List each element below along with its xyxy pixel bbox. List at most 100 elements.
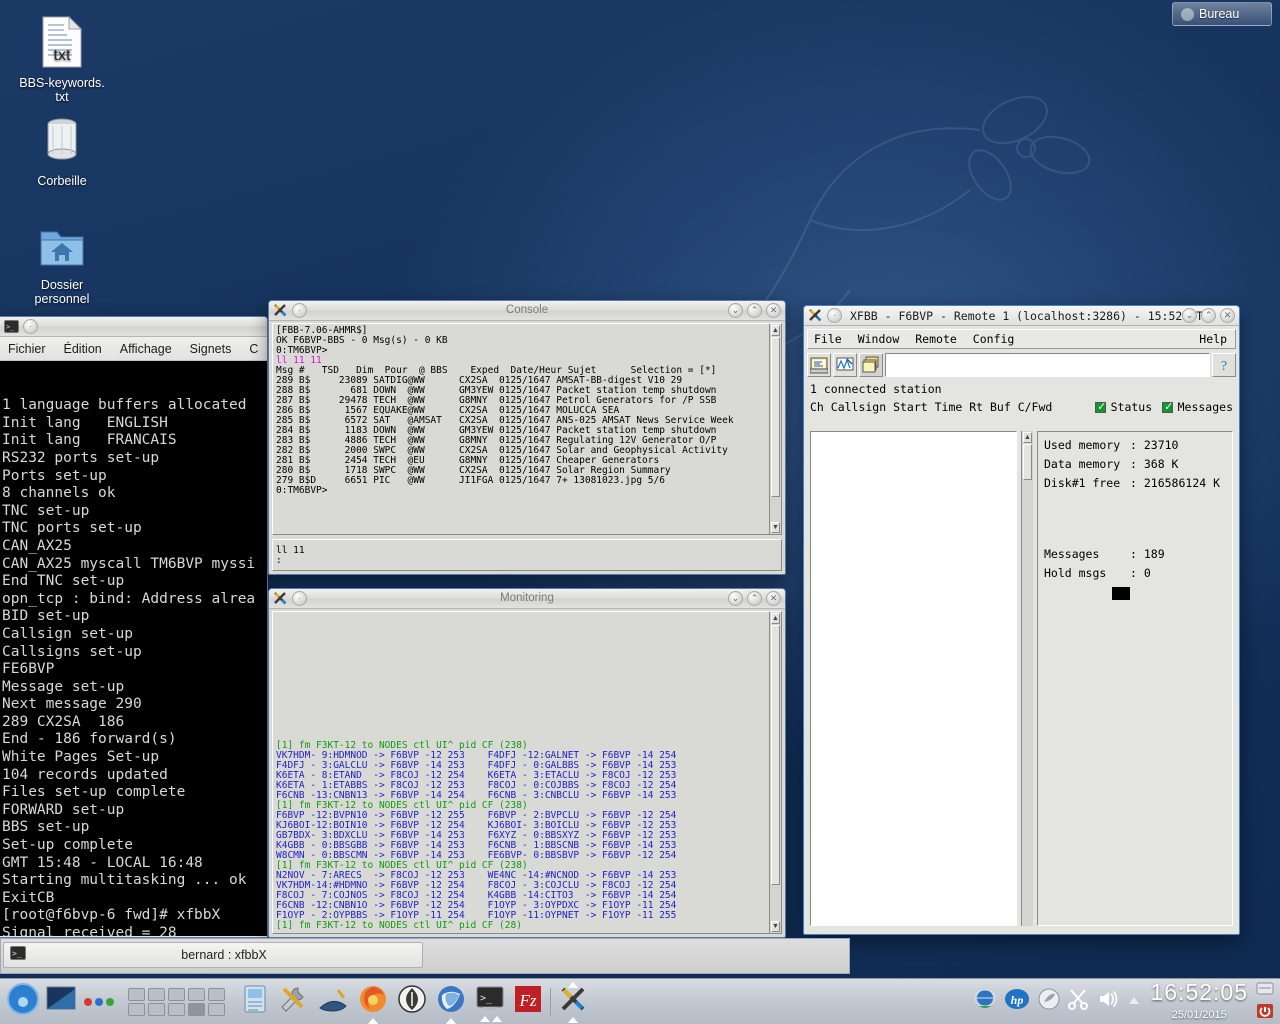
console-scrollbar[interactable]: ▲ ▼ (769, 324, 781, 534)
close-button[interactable]: ✕ (766, 303, 781, 318)
xfbb-icon[interactable] (559, 985, 587, 1018)
window-task-list[interactable]: >_ bernard : xfbbX (0, 938, 850, 974)
show-desktop-icon[interactable] (46, 986, 76, 1017)
konsole-line: TNC set-up (2, 503, 265, 521)
klipper-icon[interactable] (1038, 988, 1060, 1015)
scroll-down-button[interactable]: ▼ (771, 522, 780, 533)
scroll-up-button[interactable]: ▲ (1023, 432, 1032, 443)
scrollbar-thumb[interactable] (771, 625, 780, 885)
filezilla-icon[interactable]: Fz (514, 985, 542, 1018)
xfbb-toolbar[interactable]: ? (807, 352, 1236, 378)
maximize-button[interactable]: ⌃ (747, 303, 762, 318)
minimize-button[interactable]: ⌄ (728, 591, 743, 606)
clock-date: 25/01/2015 (1172, 1009, 1227, 1021)
console-output-pane[interactable]: [FBB-7.06-AHMR$]OK F6BVP-BBS - 0 Msg(s) … (272, 323, 782, 535)
console-input-caret: : (273, 556, 781, 566)
connected-stations-list[interactable] (810, 431, 1017, 926)
konsole-line: Message set-up (2, 679, 265, 697)
xfbb-titlebar[interactable]: · XFBB - F6BVP - Remote 1 (localhost:328… (804, 306, 1239, 326)
konsole-titlebar[interactable]: >_ · (0, 317, 267, 337)
pager-grid-icon[interactable] (128, 988, 226, 1016)
menu-help[interactable]: Help (1199, 332, 1227, 346)
xfbb-window[interactable]: · XFBB - F6BVP - Remote 1 (localhost:328… (803, 305, 1240, 935)
xfbb-menubar[interactable]: File Window Remote Config Help (807, 329, 1236, 349)
device-notifier-icon[interactable] (1256, 980, 1274, 1001)
network-globe-icon[interactable] (974, 988, 996, 1015)
checkbox-status[interactable]: Status (1095, 398, 1152, 416)
scroll-down-button[interactable]: ▼ (771, 921, 780, 932)
minimize-button[interactable]: ⌄ (728, 303, 743, 318)
desktop-icon-corbeille[interactable]: Corbeille (2, 114, 122, 188)
file-manager-icon[interactable] (242, 985, 268, 1018)
thunderbird-icon[interactable] (436, 984, 466, 1019)
konsole-line: [root@f6bvp-6 fwd]# xfbbX (2, 907, 265, 925)
console-titlebar[interactable]: · Console ⌄ ⌃ ✕ (269, 301, 785, 321)
stat-row: Messages: 189 (1044, 545, 1226, 564)
menu-window[interactable]: Window (858, 332, 900, 346)
scissors-icon[interactable] (1068, 988, 1088, 1015)
tray-right-stack[interactable] (1256, 980, 1274, 1024)
pager-label: Bureau (1199, 7, 1239, 21)
desktop-icon-dossier-personnel[interactable]: Dossier personnel (2, 226, 122, 306)
pager-bureau-button[interactable]: Bureau (1172, 2, 1272, 26)
monitor-trace-icon[interactable] (833, 353, 857, 377)
input-device-icon[interactable] (318, 986, 348, 1017)
task-button-xfbbx[interactable]: >_ bernard : xfbbX (3, 942, 423, 968)
xfbb-title: XFBB - F6BVP - Remote 1 (localhost:3286)… (850, 309, 1210, 323)
close-button[interactable]: ✕ (766, 591, 781, 606)
menu-file[interactable]: File (814, 332, 842, 346)
stat-row: Used memory: 23710 (1044, 436, 1226, 455)
power-icon[interactable] (1256, 1003, 1274, 1024)
terminal-icon[interactable] (807, 353, 831, 377)
checkbox-status-box[interactable] (1095, 402, 1106, 413)
monitoring-output-pane[interactable]: [1] fm F3KT-12 to NODES ctl UI^ pid CF (… (272, 611, 782, 934)
window-menu-button[interactable]: · (827, 308, 842, 323)
console-input-value[interactable]: ll 11 (273, 540, 781, 556)
menu-edition[interactable]: Édition (64, 342, 102, 356)
help-question-icon[interactable]: ? (1212, 353, 1236, 377)
volume-icon[interactable] (1098, 989, 1120, 1014)
minimize-button[interactable]: ⌄ (1182, 308, 1197, 323)
fbb-console-window[interactable]: · Console ⌄ ⌃ ✕ [FBB-7.06-AHMR$]OK F6BVP… (268, 300, 786, 575)
konsole-output[interactable]: 1 language buffers allocatedInit lang EN… (0, 361, 267, 936)
menu-affichage[interactable]: Affichage (120, 342, 172, 356)
windows-stack-icon[interactable] (859, 353, 883, 377)
monitoring-scrollbar[interactable]: ▲ ▼ (769, 612, 781, 933)
firefox-icon[interactable] (358, 984, 388, 1019)
console-title: Console (269, 304, 785, 316)
tray-expand-icon[interactable] (1128, 993, 1140, 1011)
clock[interactable]: 16:52:05 25/01/2015 (1150, 981, 1248, 1023)
monitoring-titlebar[interactable]: · Monitoring ⌄ ⌃ ✕ (269, 589, 785, 609)
tor-icon[interactable] (398, 985, 426, 1018)
checkbox-messages[interactable]: Messages (1162, 398, 1233, 416)
scrollbar-thumb[interactable] (771, 337, 780, 497)
checkbox-messages-box[interactable] (1162, 402, 1173, 413)
scrollbar-thumb[interactable] (1023, 444, 1032, 480)
menu-remote[interactable]: Remote (915, 332, 957, 346)
menu-fichier[interactable]: Fichier (8, 342, 46, 356)
menu-signets[interactable]: Signets (190, 342, 232, 356)
stat-label: Data memory (1044, 455, 1130, 474)
maximize-button[interactable]: ⌃ (1201, 308, 1216, 323)
konsole-window[interactable]: >_ · Fichier Édition Affichage Signets C… (0, 316, 268, 938)
desktop-icon-bbs-keywords-txt[interactable]: txt BBS-keywords. txt (2, 16, 122, 104)
maximize-button[interactable]: ⌃ (747, 591, 762, 606)
traffic-dots-icon[interactable] (84, 998, 114, 1006)
close-button[interactable]: ✕ (1220, 308, 1235, 323)
terminal-icon[interactable]: >_ (476, 986, 504, 1017)
konsole-line: Next message 290 (2, 696, 265, 714)
konsole-menubar[interactable]: Fichier Édition Affichage Signets C (0, 337, 267, 361)
scroll-up-button[interactable]: ▲ (771, 325, 780, 336)
menu-config[interactable]: Config (973, 332, 1015, 346)
scroll-up-button[interactable]: ▲ (771, 613, 780, 624)
hp-printer-icon[interactable]: hp (1004, 988, 1030, 1015)
konsole-line: Init lang ENGLISH (2, 415, 265, 433)
fbb-monitoring-window[interactable]: · Monitoring ⌄ ⌃ ✕ [1] fm F3KT-12 to NOD… (268, 588, 786, 938)
window-menu-button[interactable]: · (23, 319, 38, 334)
console-input-pane[interactable]: ll 11 : (272, 539, 782, 571)
stations-scrollbar[interactable]: ▲ (1021, 431, 1033, 926)
tools-icon[interactable] (278, 985, 308, 1018)
kickoff-menu-icon[interactable] (6, 982, 40, 1021)
menu-configuration[interactable]: C (249, 342, 258, 356)
taskbar-panel[interactable]: >_ Fz (0, 978, 1280, 1024)
